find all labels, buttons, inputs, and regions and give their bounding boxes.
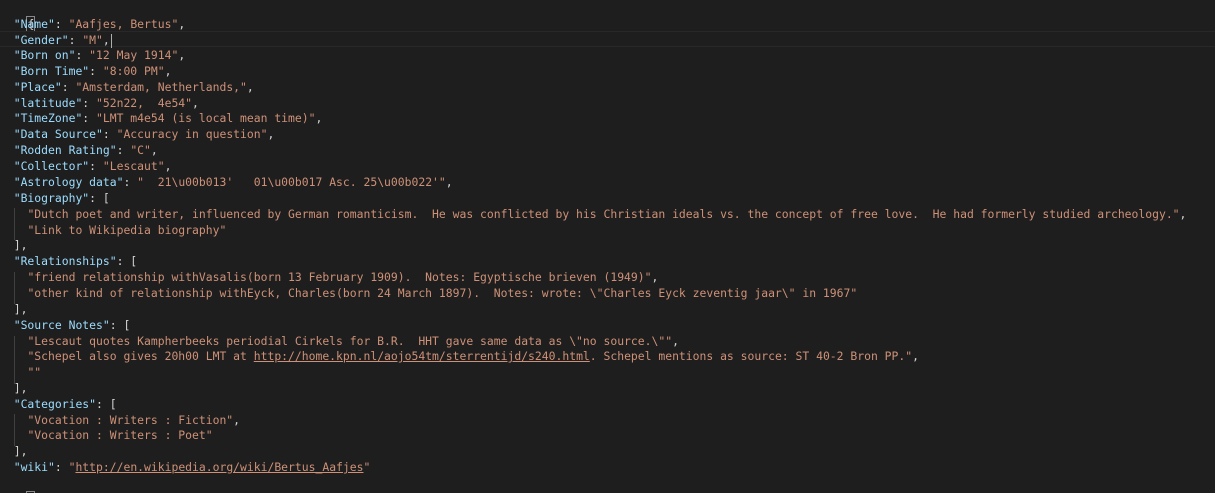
born-time-key: "Born Time" [13, 64, 90, 78]
rodden-rating-value: "C" [130, 143, 151, 157]
place-value: "Amsterdam, Netherlands," [75, 80, 247, 94]
code-line-name[interactable]: "Name": "Aafjes, Bertus", [0, 16, 1215, 32]
code-line-last[interactable]: } [0, 475, 1215, 493]
code-line-biography-1[interactable]: "Link to Wikipedia biography" [0, 222, 1215, 238]
biography-item: "Dutch poet and writer, influenced by Ge… [27, 207, 1180, 221]
code-line-born-on[interactable]: "Born on": "12 May 1914", [0, 47, 1215, 63]
gender-key: "Gender" [13, 33, 69, 47]
code-line-source-notes[interactable]: "Source Notes": [ [0, 317, 1215, 333]
rodden-rating-key: "Rodden Rating" [13, 143, 117, 157]
relationship-item: "friend relationship withVasalis(born 13… [27, 270, 652, 284]
code-line-relationships[interactable]: "Relationships": [ [0, 253, 1215, 269]
code-line-timezone[interactable]: "TimeZone": "LMT m4e54 (is local mean ti… [0, 110, 1215, 126]
code-line-relationships-1[interactable]: "other kind of relationship withEyck, Ch… [0, 285, 1215, 301]
code-line-relationships-close[interactable]: ], [0, 301, 1215, 317]
categories-key: "Categories" [13, 397, 97, 411]
name-key: "Name" [13, 17, 55, 31]
code-line-gender[interactable]: "Gender": "M", [0, 31, 1215, 48]
data-source-key: "Data Source" [13, 127, 103, 141]
latitude-key: "latitude" [13, 96, 83, 110]
code-line-1[interactable]: { [0, 0, 1215, 32]
code-line-categories[interactable]: "Categories": [ [0, 396, 1215, 412]
code-line-born-time[interactable]: "Born Time": "8:00 PM", [0, 63, 1215, 79]
code-line-source-notes-1[interactable]: "Schepel also gives 20h00 LMT at http://… [0, 348, 1215, 364]
code-line-source-notes-2[interactable]: "" [0, 364, 1215, 380]
source-note-prefix: "Schepel also gives 20h00 LMT at [27, 349, 254, 363]
born-on-value: "12 May 1914" [89, 48, 179, 62]
biography-key: "Biography" [13, 191, 90, 205]
category-item: "Vocation : Writers : Poet" [27, 428, 213, 442]
code-line-biography[interactable]: "Biography": [ [0, 190, 1215, 206]
source-note-suffix: . Schepel mentions as source: ST 40-2 Br… [589, 349, 913, 363]
code-line-wiki[interactable]: "wiki": "http://en.wikipedia.org/wiki/Be… [0, 459, 1215, 475]
code-line-categories-1[interactable]: "Vocation : Writers : Poet" [0, 427, 1215, 443]
code-line-categories-close[interactable]: ], [0, 443, 1215, 459]
timezone-key: "TimeZone" [13, 111, 83, 125]
code-line-relationships-0[interactable]: "friend relationship withVasalis(born 13… [0, 269, 1215, 285]
code-line-categories-0[interactable]: "Vocation : Writers : Fiction", [0, 412, 1215, 428]
code-line-source-notes-close[interactable]: ], [0, 380, 1215, 396]
code-line-place[interactable]: "Place": "Amsterdam, Netherlands,", [0, 79, 1215, 95]
name-value: "Aafjes, Bertus" [68, 17, 179, 31]
gender-value: "M" [82, 33, 103, 47]
born-on-key: "Born on" [13, 48, 76, 62]
source-note-item: "" [27, 365, 42, 379]
wiki-link[interactable]: http://en.wikipedia.org/wiki/Bertus_Aafj… [75, 460, 363, 474]
code-line-rodden-rating[interactable]: "Rodden Rating": "C", [0, 142, 1215, 158]
code-line-data-source[interactable]: "Data Source": "Accuracy in question", [0, 126, 1215, 142]
code-line-source-notes-0[interactable]: "Lescaut quotes Kampherbeeks periodial C… [0, 333, 1215, 349]
json-editor[interactable]: { "Name": "Aafjes, Bertus", "Gender": "M… [0, 0, 1215, 493]
biography-item: "Link to Wikipedia biography" [27, 223, 227, 237]
code-line-biography-close[interactable]: ], [0, 237, 1215, 253]
born-time-value: "8:00 PM" [102, 64, 165, 78]
wiki-key: "wiki" [13, 460, 55, 474]
place-key: "Place" [13, 80, 62, 94]
code-line-collector[interactable]: "Collector": "Lescaut", [0, 158, 1215, 174]
astrology-data-key: "Astrology data" [13, 175, 124, 189]
latitude-value: "52n22, 4e54" [96, 96, 193, 110]
collector-key: "Collector" [13, 159, 90, 173]
relationships-key: "Relationships" [13, 254, 117, 268]
code-line-latitude[interactable]: "latitude": "52n22, 4e54", [0, 95, 1215, 111]
source-note-item: "Lescaut quotes Kampherbeeks periodial C… [27, 334, 673, 348]
category-item: "Vocation : Writers : Fiction" [27, 413, 234, 427]
data-source-value: "Accuracy in question" [116, 127, 268, 141]
code-line-biography-0[interactable]: "Dutch poet and writer, influenced by Ge… [0, 206, 1215, 222]
text-cursor [110, 33, 112, 48]
code-line-astrology-data[interactable]: "Astrology data": " 21\u00b013' 01\u00b0… [0, 174, 1215, 190]
source-notes-key: "Source Notes" [13, 318, 110, 332]
sterrentijd-link[interactable]: http://home.kpn.nl/aojo54tm/sterrentijd/… [254, 349, 590, 363]
astrology-data-value: " 21\u00b013' 01\u00b017 Asc. 25\u00b022… [137, 175, 446, 189]
relationship-item: "other kind of relationship withEyck, Ch… [27, 286, 858, 300]
collector-value: "Lescaut" [102, 159, 165, 173]
timezone-value: "LMT m4e54 (is local mean time)" [96, 111, 316, 125]
